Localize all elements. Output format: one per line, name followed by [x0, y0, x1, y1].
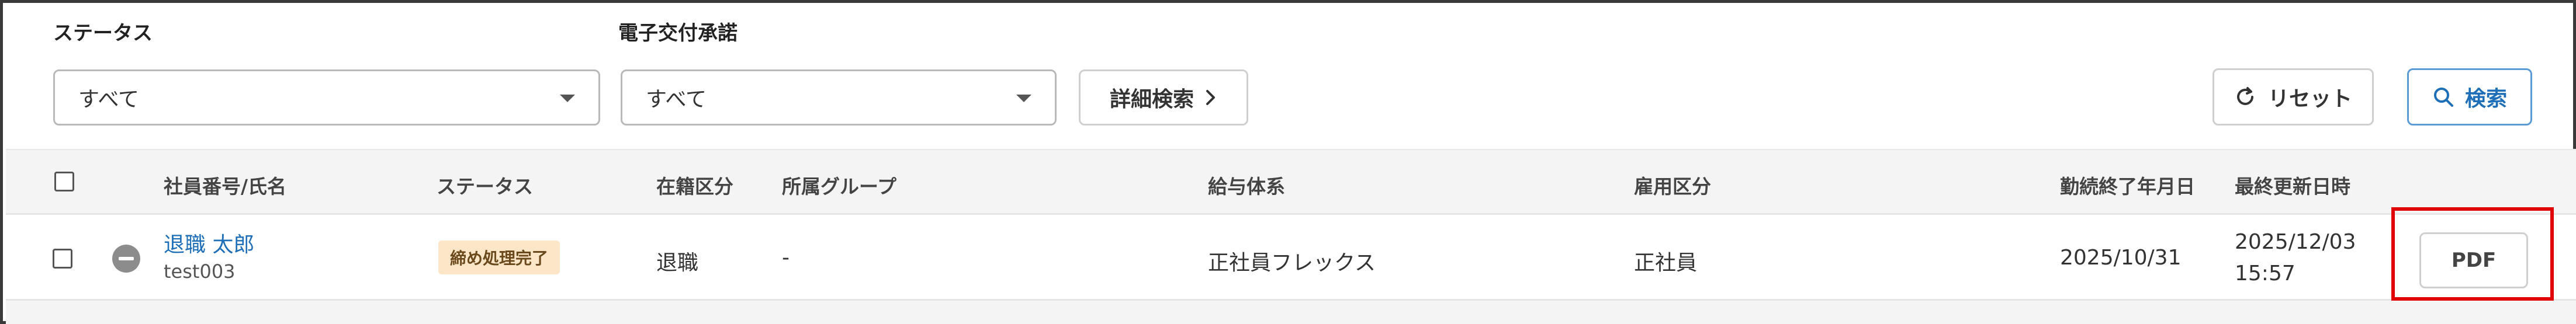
search-label: 検索	[2464, 87, 2507, 111]
delivery-select-value: すべて	[646, 88, 707, 112]
column-header-employment-type[interactable]: 雇用区分	[1634, 171, 1711, 199]
reset-label: リセット	[2267, 87, 2352, 111]
refresh-icon	[2234, 86, 2256, 108]
highlight-box	[2391, 207, 2554, 301]
detail-search-label: 詳細検索	[1109, 88, 1194, 112]
updated-time: 15:57	[2235, 262, 2295, 285]
status-select[interactable]: すべて	[53, 69, 600, 126]
detail-search-button[interactable]: 詳細検索	[1079, 69, 1248, 126]
chevron-right-icon	[1204, 89, 1217, 106]
employment-type-cell: 正社員	[1634, 251, 1698, 275]
pay-system-cell: 正社員フレックス	[1208, 251, 1376, 275]
table-footer-strip	[6, 301, 2576, 324]
column-header-end-date[interactable]: 勤続終了年月日	[2060, 171, 2195, 199]
updated-date: 2025/12/03	[2235, 230, 2356, 254]
end-date-cell: 2025/10/31	[2060, 246, 2182, 270]
select-all-checkbox[interactable]	[54, 172, 74, 191]
table-header: 社員番号/氏名 ステータス 在籍区分 所属グループ 給与体系 雇用区分 勤続終了…	[6, 149, 2576, 213]
reset-button[interactable]: リセット	[2213, 68, 2374, 126]
delivery-filter-label: 電子交付承諾	[618, 22, 738, 45]
enrollment-cell: 退職	[656, 251, 699, 275]
status-badge: 締め処理完了	[438, 241, 560, 274]
app-frame: ステータス 電子交付承諾 すべて すべて 詳細検索 リセット 検索 社員番号/氏…	[0, 0, 2576, 324]
column-header-group[interactable]: 所属グループ	[782, 171, 896, 199]
group-cell: -	[782, 246, 790, 270]
table-row: 退職 太郎 test003 締め処理完了 退職 - 正社員フレックス 正社員 2…	[6, 213, 2576, 301]
search-icon	[2432, 86, 2454, 108]
minus-circle-icon	[112, 245, 140, 273]
column-header-updated-at[interactable]: 最終更新日時	[2235, 171, 2350, 199]
employee-id: test003	[164, 260, 236, 283]
status-filter-label: ステータス	[53, 22, 153, 45]
delivery-select[interactable]: すべて	[621, 69, 1057, 126]
row-checkbox[interactable]	[53, 249, 72, 269]
column-header-pay-system[interactable]: 給与体系	[1208, 171, 1285, 199]
chevron-down-icon	[560, 95, 575, 102]
status-select-value: すべて	[78, 88, 140, 112]
column-header-enrollment[interactable]: 在籍区分	[656, 171, 733, 199]
employee-name-link[interactable]: 退職 太郎	[164, 228, 254, 258]
search-button[interactable]: 検索	[2407, 68, 2532, 126]
column-header-status[interactable]: ステータス	[437, 171, 533, 199]
chevron-down-icon	[1016, 95, 1031, 102]
column-header-employee[interactable]: 社員番号/氏名	[164, 171, 286, 199]
